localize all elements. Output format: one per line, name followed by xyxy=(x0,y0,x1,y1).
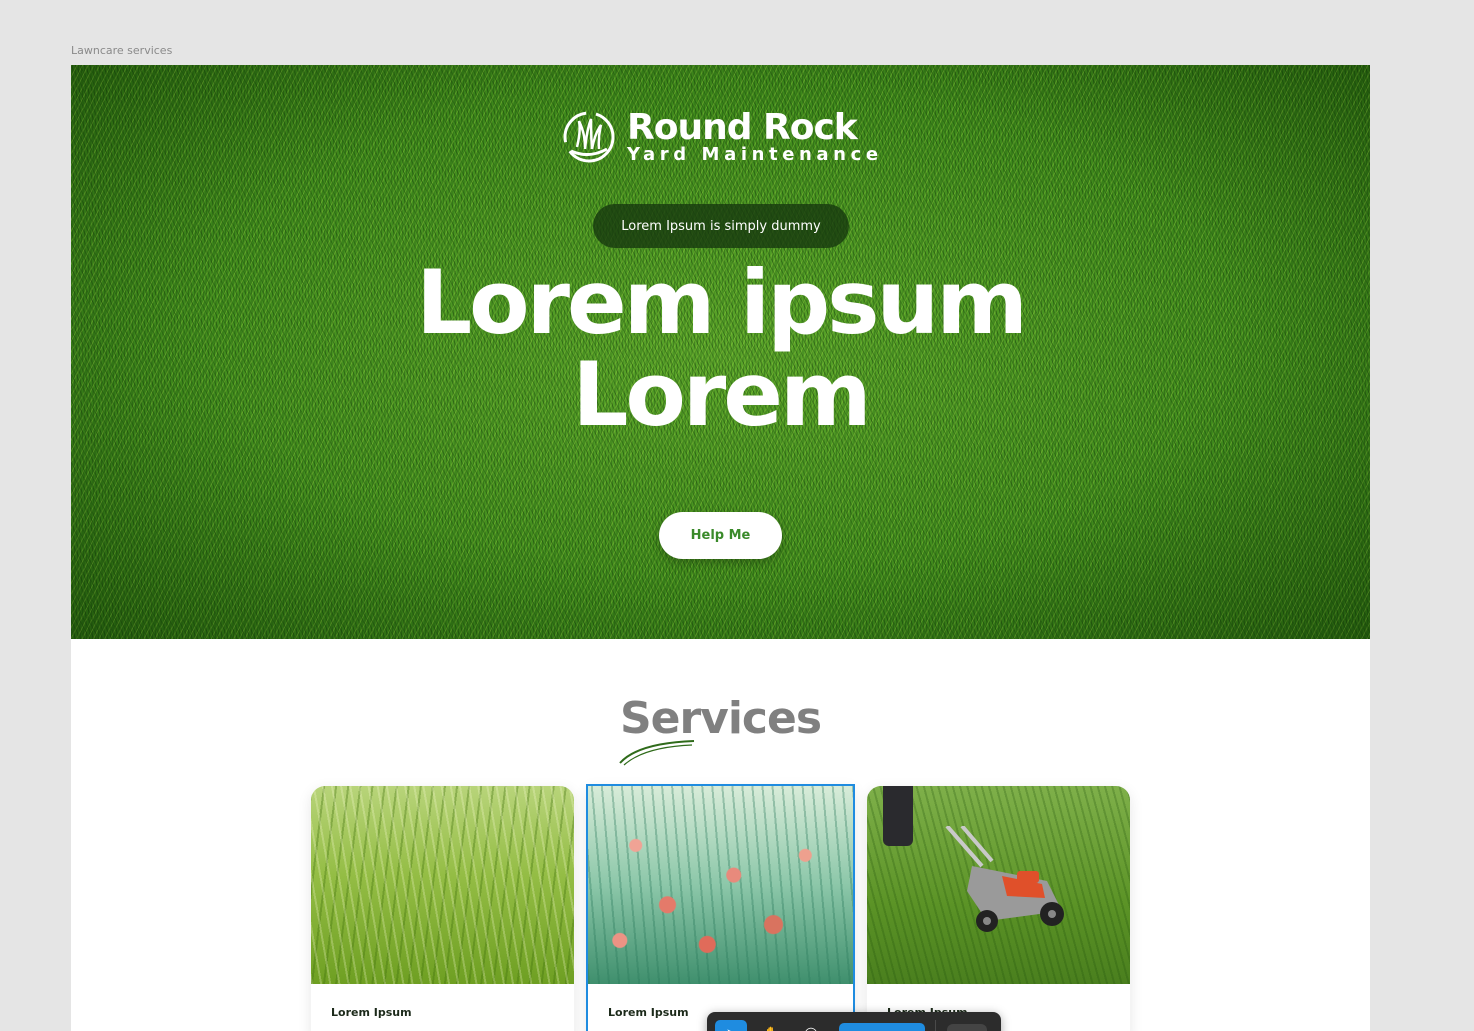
service-card-title: Lorem Ipsum xyxy=(331,1006,412,1019)
toolbar-divider xyxy=(935,1020,936,1031)
editor-toolbar: ➤ ✋ ◯ xyxy=(707,1012,1001,1031)
swoosh-decoration-icon xyxy=(619,740,695,766)
hand-tool-icon[interactable]: ✋ xyxy=(755,1020,787,1031)
services-heading: Services xyxy=(619,693,822,744)
help-me-button[interactable]: Help Me xyxy=(659,512,782,559)
toolbar-toggle[interactable] xyxy=(947,1024,987,1031)
move-tool-icon[interactable]: ➤ xyxy=(715,1020,747,1031)
service-card[interactable]: Lorem Ipsum xyxy=(311,786,574,1031)
person-legs xyxy=(883,786,913,846)
service-card-title: Lorem Ipsum xyxy=(608,1006,689,1019)
brand-logo[interactable]: Round Rock Yard Maintenance xyxy=(561,107,883,167)
wildflowers-image xyxy=(588,786,853,984)
tagline-pill: Lorem Ipsum is simply dummy xyxy=(593,204,849,248)
present-button[interactable] xyxy=(839,1023,925,1031)
tall-grass-image xyxy=(311,786,574,984)
hero-section: Round Rock Yard Maintenance Lorem Ipsum … xyxy=(71,65,1370,639)
comment-tool-icon[interactable]: ◯ xyxy=(795,1020,827,1031)
hero-headline: Lorem ipsum Lorem xyxy=(71,257,1370,441)
brand-title: Round Rock xyxy=(627,107,858,148)
headline-line-1: Lorem ipsum xyxy=(416,251,1028,354)
lawn-mower-icon xyxy=(945,826,1064,932)
logo-grass-icon xyxy=(563,111,615,163)
service-card[interactable]: Lorem Ipsum xyxy=(867,786,1130,1031)
services-cards: Lorem Ipsum Lorem Ipsum xyxy=(311,784,1130,1031)
brand-subtitle: Yard Maintenance xyxy=(627,144,883,165)
page-frame: Round Rock Yard Maintenance Lorem Ipsum … xyxy=(71,65,1370,1031)
service-card-selected[interactable]: Lorem Ipsum xyxy=(586,784,855,1031)
headline-line-2: Lorem xyxy=(572,343,871,446)
lawn-mower-image xyxy=(867,786,1130,984)
frame-label[interactable]: Lawncare services xyxy=(71,44,172,57)
